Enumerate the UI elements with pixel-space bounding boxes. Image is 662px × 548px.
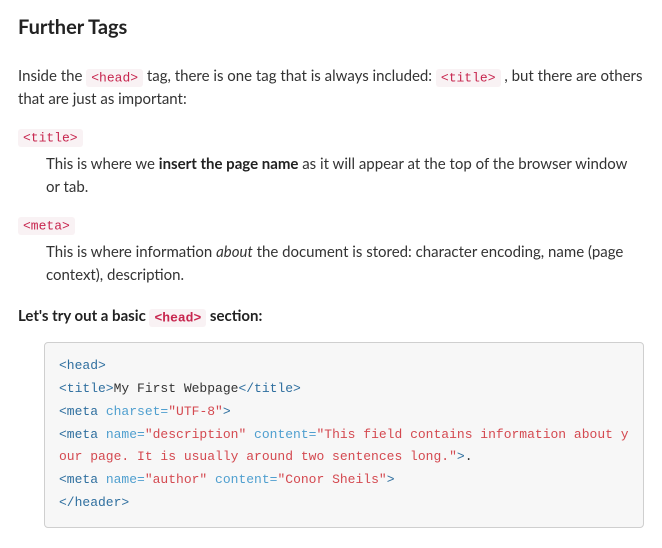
text: This is where we <box>46 155 159 173</box>
intro-paragraph: Inside the <head> tag, there is one tag … <box>18 65 644 112</box>
insert-page-name-strong: insert the page name <box>159 155 299 173</box>
code-tag: </title> <box>238 381 300 396</box>
definition-term-meta: <meta> <box>18 213 644 236</box>
code-attr: name= <box>98 472 145 487</box>
code-tag: <meta <box>59 427 98 442</box>
code-tag: <head> <box>59 358 106 373</box>
code-attr: content= <box>207 472 277 487</box>
intro-text: tag, there is one tag that is always inc… <box>143 67 436 85</box>
code-attr: charset= <box>98 404 168 419</box>
title-tag-code: <title> <box>436 69 501 87</box>
tag-definitions: <title> This is where we insert the page… <box>18 126 644 288</box>
code-tag: > <box>387 472 395 487</box>
code-attr: content= <box>246 427 316 442</box>
code-text: My First Webpage <box>114 381 239 396</box>
code-tag: <meta <box>59 404 98 419</box>
code-tag: </header> <box>59 495 129 510</box>
code-block: <head> <title>My First Webpage</title> <… <box>44 342 644 527</box>
code-attr: name= <box>98 427 145 442</box>
code-string: "UTF-8" <box>168 404 223 419</box>
definition-term-title: <title> <box>18 126 644 149</box>
about-emphasis: about <box>216 243 253 261</box>
title-tag-code: <title> <box>18 129 83 147</box>
head-tag-code: <head> <box>86 69 143 87</box>
definition-desc-title: This is where we insert the page name as… <box>46 153 644 200</box>
code-tag: > <box>457 449 465 464</box>
code-tag: <title> <box>59 381 114 396</box>
code-string: "description" <box>145 427 246 442</box>
text: This is where information <box>46 243 216 261</box>
code-tag: > <box>223 404 231 419</box>
lead-strong: Let's try out a basic <head> section: <box>18 307 262 325</box>
intro-text: Inside the <box>18 67 86 85</box>
code-text: . <box>465 449 473 464</box>
code-string: "author" <box>145 472 207 487</box>
head-tag-code: <head> <box>149 309 206 327</box>
section-heading: Further Tags <box>18 12 644 43</box>
lead-paragraph: Let's try out a basic <head> section: <box>18 305 644 328</box>
code-string: "Conor Sheils" <box>277 472 386 487</box>
definition-desc-meta: This is where information about the docu… <box>46 241 644 288</box>
code-tag: <meta <box>59 472 98 487</box>
meta-tag-code: <meta> <box>18 217 75 235</box>
text: Let's try out a basic <box>18 307 149 325</box>
text: section: <box>206 307 262 325</box>
